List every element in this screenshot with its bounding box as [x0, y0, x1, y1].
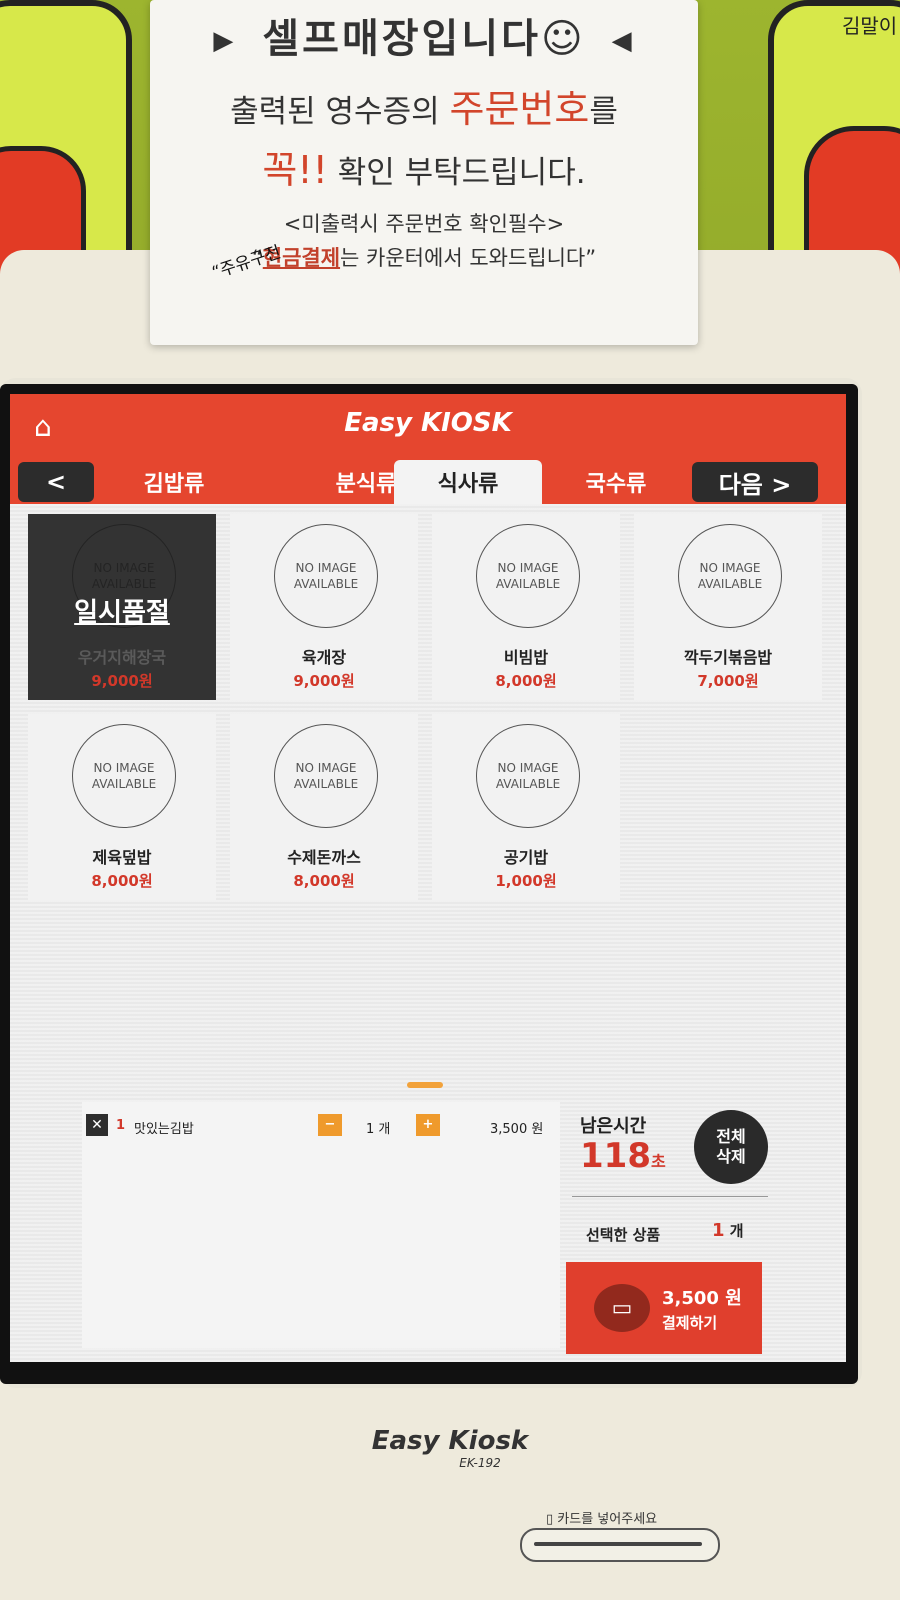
device-branding: Easy Kiosk EK-192	[0, 1426, 900, 1470]
selected-items-label: 선택한 상품	[586, 1226, 661, 1244]
device-brand: Easy Kiosk	[371, 1426, 529, 1456]
screen-frame: ⌂ Easy KIOSK < 김밥류 분식류 식사류 국수류 다음 > NO I…	[0, 384, 858, 1384]
device-model: EK-192	[459, 1456, 501, 1470]
no-image-placeholder: NO IMAGEAVAILABLE	[678, 524, 782, 628]
no-image-placeholder: NO IMAGEAVAILABLE	[274, 724, 378, 828]
app-brand: Easy KIOSK	[344, 408, 512, 438]
notice-line2-c: 를	[589, 94, 618, 130]
item-price: 8,000원	[91, 872, 153, 890]
item-price: 1,000원	[495, 872, 557, 890]
cart-item-price: 3,500 원	[490, 1122, 544, 1137]
menu-item[interactable]: NO IMAGEAVAILABLE 일시품절 우거지해장국 9,000원	[28, 514, 216, 700]
notice-must: 꼭!!	[262, 148, 328, 192]
item-price: 9,000원	[91, 672, 153, 690]
no-image-placeholder: NO IMAGEAVAILABLE	[274, 524, 378, 628]
sold-out-overlay: 일시품절 우거지해장국 9,000원	[28, 514, 216, 700]
tab-meals[interactable]: 식사류	[394, 460, 542, 504]
item-price: 8,000원	[495, 672, 557, 690]
item-name: 육개장	[301, 648, 347, 667]
item-price: 7,000원	[697, 672, 759, 690]
menu-item[interactable]: NO IMAGE AVAILABLE 육개장 9,000원	[230, 514, 418, 700]
item-name: 우거지해장국	[77, 648, 167, 667]
notice-line4: <미출력시 주문번호 확인필수>	[283, 212, 565, 236]
menu-item[interactable]: NO IMAGE AVAILABLE 비빔밥 8,000원	[432, 514, 620, 700]
tab-gimbap[interactable]: 김밥류	[100, 460, 248, 504]
item-name: 수제돈까스	[287, 848, 361, 867]
selected-items-count: 1 개	[712, 1220, 744, 1241]
notice-order-number: 주문번호	[449, 87, 590, 131]
item-name: 깍두기볶음밥	[683, 648, 773, 667]
clear-all-button[interactable]: 전체 삭제	[694, 1110, 768, 1184]
cart-panel: ✕ 1 맛있는김밥 − 1 개 + 3,500 원	[82, 1102, 560, 1348]
tab-noodles[interactable]: 국수류	[542, 460, 690, 504]
no-image-placeholder: NO IMAGEAVAILABLE	[476, 524, 580, 628]
paper-notice: ▶ 셀프매장입니다☺ ◀ 출력된 영수증의 주문번호를 꼭!! 확인 부탁드립니다.…	[150, 0, 698, 345]
cart-item-name: 맛있는김밥	[134, 1122, 194, 1137]
cart-row: ✕ 1 맛있는김밥 − 1 개 + 3,500 원	[82, 1110, 560, 1138]
order-summary: 남은시간 118초 전체 삭제 선택한 상품 1 개 ▭ 3,500 원 결제하기	[566, 1102, 772, 1354]
item-name: 공기밥	[503, 848, 549, 867]
item-name: 제육덮밥	[92, 848, 152, 867]
notice-line1: ▶ 셀프매장입니다☺ ◀	[150, 6, 698, 64]
item-price: 8,000원	[293, 872, 355, 890]
divider	[572, 1196, 768, 1197]
pay-button[interactable]: ▭ 3,500 원 결제하기	[566, 1262, 762, 1354]
item-name: 비빔밥	[503, 648, 549, 667]
kiosk-screen: ⌂ Easy KIOSK < 김밥류 분식류 식사류 국수류 다음 > NO I…	[10, 394, 846, 1362]
triangle-left-icon: ◀	[611, 26, 635, 56]
card-slot-label: ▯ 카드를 넣어주세요	[546, 1512, 658, 1527]
timer-label: 남은시간	[580, 1116, 647, 1137]
top-bar: ⌂ Easy KIOSK < 김밥류 분식류 식사류 국수류 다음 >	[10, 394, 846, 504]
sold-out-label: 일시품절	[74, 598, 170, 628]
notice-title: 셀프매장입니다☺	[262, 16, 586, 62]
menu-item[interactable]: NO IMAGE AVAILABLE 깍두기볶음밥 7,000원	[634, 514, 822, 700]
triangle-right-icon: ▶	[213, 26, 237, 56]
increase-quantity-button[interactable]: +	[416, 1114, 440, 1136]
pay-label: 결제하기	[662, 1314, 718, 1332]
no-image-placeholder: NO IMAGEAVAILABLE	[72, 724, 176, 828]
no-image-placeholder: NO IMAGEAVAILABLE	[476, 724, 580, 828]
notice-line2-a: 출력된 영수증의	[230, 94, 450, 130]
cart-drag-handle[interactable]	[407, 1082, 443, 1088]
cart-item-index: 1	[116, 1118, 126, 1133]
pay-amount: 3,500 원	[662, 1288, 742, 1309]
menu-item[interactable]: NO IMAGE AVAILABLE 수제돈까스 8,000원	[230, 714, 418, 900]
menu-item[interactable]: NO IMAGE AVAILABLE 제육덮밥 8,000원	[28, 714, 216, 900]
cart-item-quantity: 1 개	[366, 1122, 391, 1137]
notice-line5-c: 는 카운터에서 도와드립니다”	[340, 246, 597, 270]
notice-line2: 출력된 영수증의 주문번호를	[150, 78, 698, 133]
decrease-quantity-button[interactable]: −	[318, 1114, 342, 1136]
notice-line3-b: 확인 부탁드립니다.	[327, 155, 586, 191]
card-slot[interactable]	[520, 1528, 720, 1562]
timer-value: 118초	[580, 1136, 666, 1176]
next-category-button[interactable]: 다음 >	[692, 462, 818, 502]
menu-item[interactable]: NO IMAGE AVAILABLE 공기밥 1,000원	[432, 714, 620, 900]
remove-item-button[interactable]: ✕	[86, 1114, 108, 1136]
notice-line3: 꼭!! 확인 부탁드립니다.	[150, 139, 698, 194]
mascot-right-text: 김말이	[842, 14, 898, 38]
item-price: 9,000원	[293, 672, 355, 690]
credit-card-icon: ▭	[594, 1284, 650, 1332]
prev-category-button[interactable]: <	[18, 462, 94, 502]
